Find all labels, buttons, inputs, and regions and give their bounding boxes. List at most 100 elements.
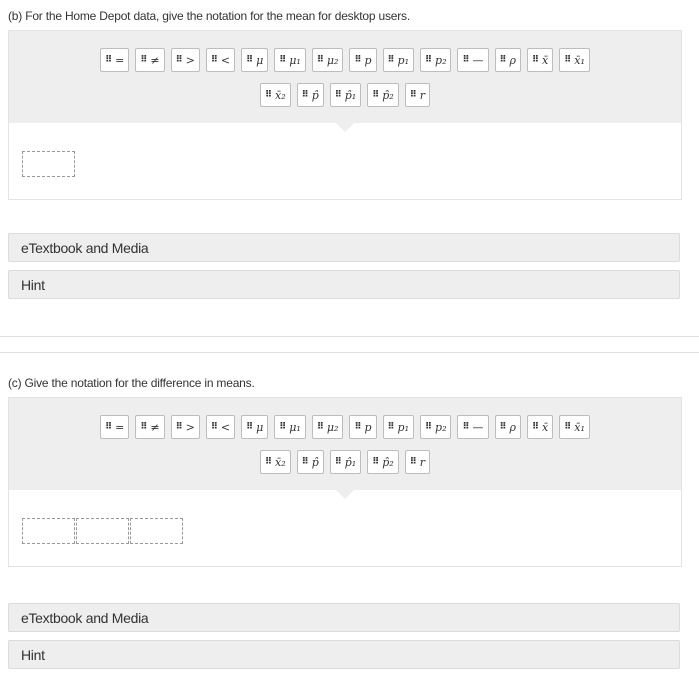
p-hat-1-symbol: p̂₁ xyxy=(344,88,357,102)
symbol-tile-r[interactable]: ⠿ r xyxy=(404,450,430,474)
symbol-tile-x-bar-1[interactable]: ⠿ x̄₁ xyxy=(559,415,590,439)
etextbook-media-c-button[interactable]: eTextbook and Media xyxy=(8,603,680,632)
symbol-tile-greater-than[interactable]: ⠿ > xyxy=(170,415,200,439)
drag-handle-icon: ⠿ xyxy=(462,55,469,65)
drop-slot-c-2[interactable] xyxy=(76,518,129,544)
palette-b-row-2: ⠿ x̄₂ ⠿ p̂ ⠿ p̂₁ ⠿ p̂₂ ⠿ r xyxy=(9,83,681,107)
drag-handle-icon: ⠿ xyxy=(105,422,112,432)
answer-box-c: ⠿ = ⠿ ≠ ⠿ > ⠿ < ⠿ μ ⠿ μ₁ ⠿ μ₂ ⠿ p ⠿ p₁ ⠿ p₂ ⠿ — ⠿ ρ ⠿ x̄ ⠿ x̄₁ ⠿ x̄₂… xyxy=(8,397,682,567)
minus-symbol: — xyxy=(472,420,484,434)
p-symbol: p xyxy=(364,53,372,67)
drag-handle-icon: ⠿ xyxy=(372,457,379,467)
etextbook-media-b-button[interactable]: eTextbook and Media xyxy=(8,233,680,262)
symbol-tile-p-2[interactable]: ⠿ p₂ xyxy=(420,415,452,439)
drag-handle-icon: ⠿ xyxy=(140,55,147,65)
drag-handle-icon: ⠿ xyxy=(246,422,253,432)
drag-handle-icon: ⠿ xyxy=(105,55,112,65)
drag-handle-icon: ⠿ xyxy=(462,422,469,432)
symbol-tile-mu-2[interactable]: ⠿ μ₂ xyxy=(311,48,344,72)
x-bar-1-symbol: x̄₁ xyxy=(574,53,585,67)
mu-symbol: μ xyxy=(256,53,264,67)
symbol-tile-minus[interactable]: ⠿ — xyxy=(457,48,489,72)
drop-slot-b-1[interactable] xyxy=(22,151,75,177)
less-than-symbol: < xyxy=(220,420,231,434)
drag-handle-icon: ⠿ xyxy=(499,55,507,65)
symbol-tile-p-hat-1[interactable]: ⠿ p̂₁ xyxy=(329,450,362,474)
drag-handle-icon: ⠿ xyxy=(210,422,218,432)
drag-handle-icon: ⠿ xyxy=(265,457,272,467)
symbol-tile-p-1[interactable]: ⠿ p₁ xyxy=(382,415,414,439)
drag-handle-icon: ⠿ xyxy=(316,55,324,65)
symbol-tile-rho[interactable]: ⠿ ρ xyxy=(494,48,522,72)
symbol-tile-less-than[interactable]: ⠿ < xyxy=(205,48,236,72)
not-equal-symbol: ≠ xyxy=(150,53,160,67)
drag-handle-icon: ⠿ xyxy=(532,422,539,432)
symbol-tile-p-2[interactable]: ⠿ p₂ xyxy=(420,48,452,72)
symbol-tile-x-bar[interactable]: ⠿ x̄ xyxy=(527,48,554,72)
symbol-tile-mu[interactable]: ⠿ μ xyxy=(241,415,269,439)
symbol-tile-x-bar-2[interactable]: ⠿ x̄₂ xyxy=(260,450,291,474)
symbol-tile-p[interactable]: ⠿ p xyxy=(349,48,377,72)
drag-handle-icon: ⠿ xyxy=(175,422,183,432)
mu-2-symbol: μ₂ xyxy=(326,53,339,67)
symbol-tile-p-hat-2[interactable]: ⠿ p̂₂ xyxy=(367,450,399,474)
drag-handle-icon: ⠿ xyxy=(279,422,286,432)
minus-symbol: — xyxy=(472,53,484,67)
etextbook-media-b-label: eTextbook and Media xyxy=(21,239,149,256)
symbol-tile-greater-than[interactable]: ⠿ > xyxy=(170,48,200,72)
drag-handle-icon: ⠿ xyxy=(279,55,286,65)
symbol-tile-mu-2[interactable]: ⠿ μ₂ xyxy=(311,415,344,439)
symbol-tile-mu[interactable]: ⠿ μ xyxy=(241,48,269,72)
drop-slot-c-1[interactable] xyxy=(22,518,75,544)
p-hat-2-symbol: p̂₂ xyxy=(382,455,394,469)
etextbook-media-c-label: eTextbook and Media xyxy=(21,609,149,626)
symbol-tile-p[interactable]: ⠿ p xyxy=(349,415,377,439)
symbol-tile-not-equal[interactable]: ⠿ ≠ xyxy=(135,48,165,72)
drop-zone-b xyxy=(22,151,75,177)
symbol-tile-mu-1[interactable]: ⠿ μ₁ xyxy=(274,415,306,439)
hint-c-button[interactable]: Hint xyxy=(8,640,680,669)
symbol-tile-p-hat[interactable]: ⠿ p̂ xyxy=(296,83,324,107)
drag-handle-icon: ⠿ xyxy=(210,55,218,65)
hint-b-button[interactable]: Hint xyxy=(8,270,680,299)
drag-handle-icon: ⠿ xyxy=(301,457,309,467)
p-hat-symbol: p̂ xyxy=(311,455,319,469)
r-symbol: r xyxy=(419,88,425,102)
drag-handle-icon: ⠿ xyxy=(387,55,395,65)
symbol-tile-less-than[interactable]: ⠿ < xyxy=(205,415,236,439)
hint-c-label: Hint xyxy=(21,646,45,663)
symbol-tile-x-bar-2[interactable]: ⠿ x̄₂ xyxy=(260,83,291,107)
symbol-palette-b: ⠿ = ⠿ ≠ ⠿ > ⠿ < ⠿ μ ⠿ μ₁ ⠿ μ₂ ⠿ p ⠿ p₁ ⠿ p₂ ⠿ — ⠿ ρ ⠿ x̄ ⠿ x̄₁ ⠿ x̄₂… xyxy=(9,31,681,132)
symbol-tile-p-hat-1[interactable]: ⠿ p̂₁ xyxy=(329,83,362,107)
drag-handle-icon: ⠿ xyxy=(175,55,183,65)
symbol-tile-rho[interactable]: ⠿ ρ xyxy=(494,415,522,439)
section-divider-bottom xyxy=(0,352,699,353)
drag-handle-icon: ⠿ xyxy=(409,90,417,100)
p-hat-symbol: p̂ xyxy=(311,88,319,102)
symbol-palette-c: ⠿ = ⠿ ≠ ⠿ > ⠿ < ⠿ μ ⠿ μ₁ ⠿ μ₂ ⠿ p ⠿ p₁ ⠿ p₂ ⠿ — ⠿ ρ ⠿ x̄ ⠿ x̄₁ ⠿ x̄₂… xyxy=(9,398,681,499)
equals-symbol: = xyxy=(115,53,125,67)
symbol-tile-p-hat-2[interactable]: ⠿ p̂₂ xyxy=(367,83,399,107)
symbol-tile-p-hat[interactable]: ⠿ p̂ xyxy=(296,450,324,474)
x-bar-2-symbol: x̄₂ xyxy=(275,88,286,102)
rho-symbol: ρ xyxy=(509,53,517,67)
drag-handle-icon: ⠿ xyxy=(316,422,324,432)
symbol-tile-equals[interactable]: ⠿ = xyxy=(100,48,130,72)
mu-2-symbol: μ₂ xyxy=(326,420,339,434)
symbol-tile-p-1[interactable]: ⠿ p₁ xyxy=(382,48,414,72)
drag-handle-icon: ⠿ xyxy=(499,422,507,432)
drag-handle-icon: ⠿ xyxy=(564,55,571,65)
drag-handle-icon: ⠿ xyxy=(246,55,253,65)
symbol-tile-minus[interactable]: ⠿ — xyxy=(457,415,489,439)
x-bar-symbol: x̄ xyxy=(542,420,549,434)
p-hat-2-symbol: p̂₂ xyxy=(382,88,394,102)
drop-slot-c-3[interactable] xyxy=(130,518,183,544)
symbol-tile-not-equal[interactable]: ⠿ ≠ xyxy=(135,415,165,439)
drag-handle-icon: ⠿ xyxy=(425,422,432,432)
symbol-tile-x-bar-1[interactable]: ⠿ x̄₁ xyxy=(559,48,590,72)
drag-handle-icon: ⠿ xyxy=(354,422,361,432)
symbol-tile-x-bar[interactable]: ⠿ x̄ xyxy=(527,415,554,439)
symbol-tile-equals[interactable]: ⠿ = xyxy=(100,415,130,439)
symbol-tile-r[interactable]: ⠿ r xyxy=(404,83,430,107)
symbol-tile-mu-1[interactable]: ⠿ μ₁ xyxy=(274,48,306,72)
